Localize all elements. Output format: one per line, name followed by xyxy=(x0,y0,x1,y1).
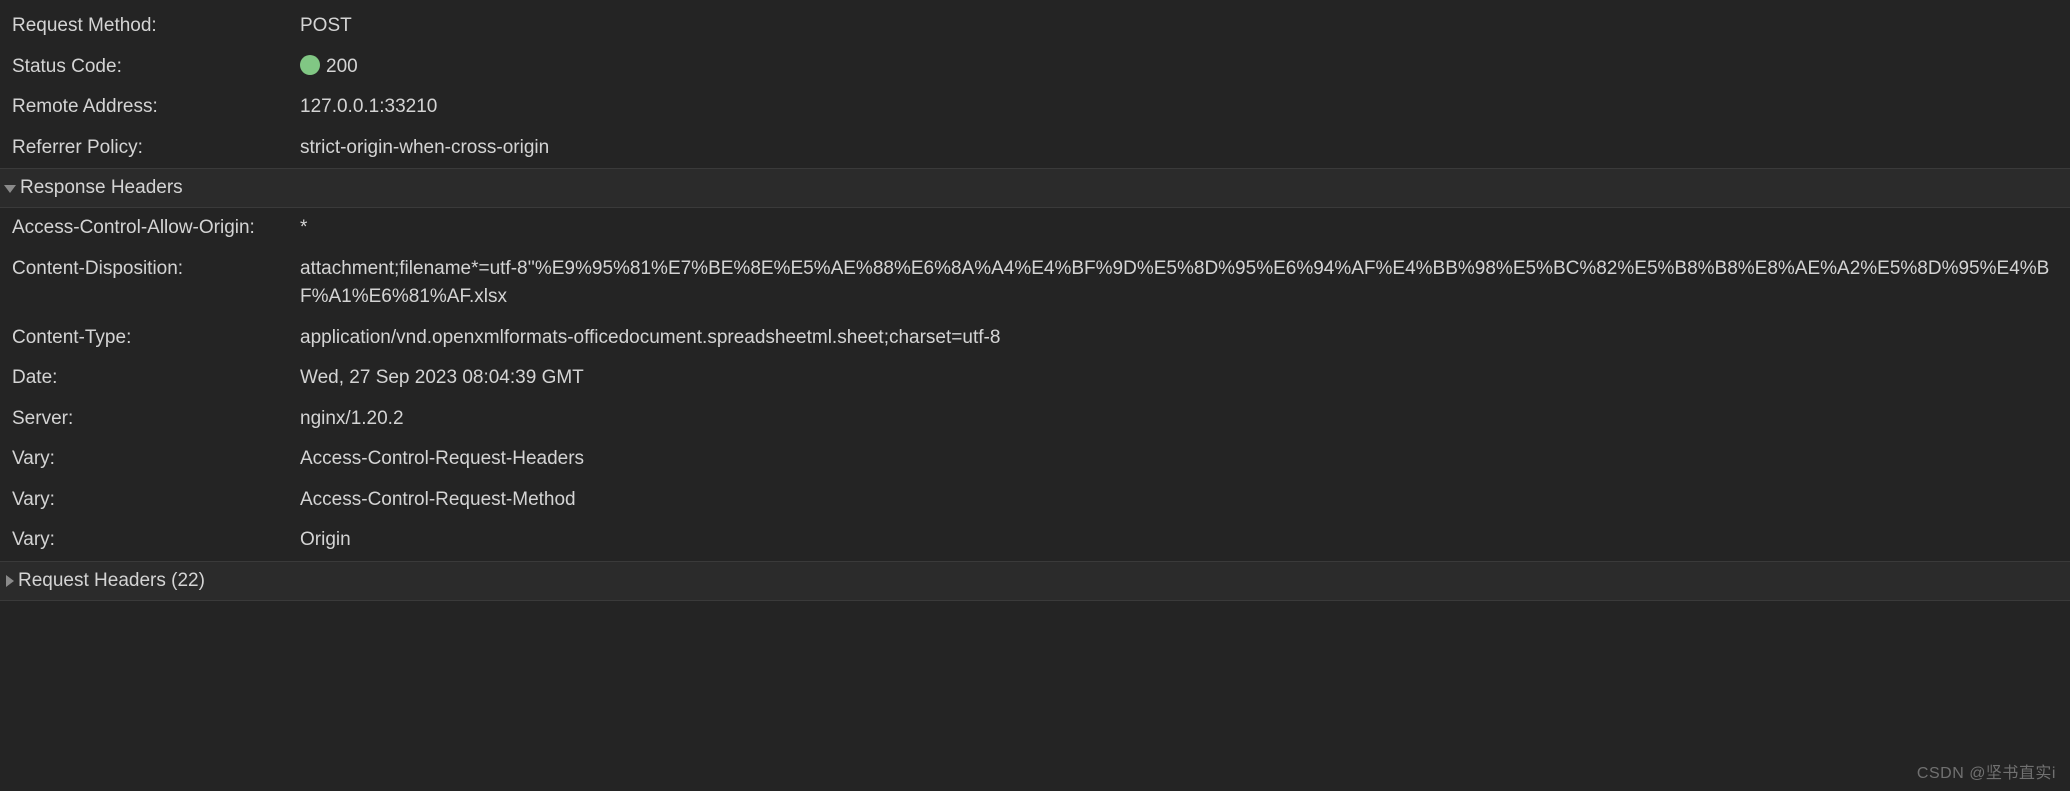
value-status-code: 200 xyxy=(300,53,2070,82)
response-header-label: Date: xyxy=(12,364,300,393)
label-referrer-policy: Referrer Policy: xyxy=(12,134,300,163)
response-header-value: * xyxy=(300,214,2070,243)
label-request-method: Request Method: xyxy=(12,12,300,41)
response-header-value: Access-Control-Request-Method xyxy=(300,486,2070,515)
response-header-row: Vary: Access-Control-Request-Headers xyxy=(0,439,2070,480)
request-headers-title: Request Headers (22) xyxy=(18,570,205,592)
general-row-remote-address: Remote Address: 127.0.0.1:33210 xyxy=(0,87,2070,128)
value-referrer-policy: strict-origin-when-cross-origin xyxy=(300,134,2070,163)
label-status-code: Status Code: xyxy=(12,53,300,82)
response-header-row: Content-Disposition: attachment;filename… xyxy=(0,249,2070,318)
response-headers-toggle[interactable]: Response Headers xyxy=(0,168,2070,208)
response-headers-title: Response Headers xyxy=(20,177,183,199)
status-code-text: 200 xyxy=(326,56,358,77)
label-remote-address: Remote Address: xyxy=(12,93,300,122)
response-header-row: Vary: Origin xyxy=(0,520,2070,561)
response-header-value: Origin xyxy=(300,526,2070,555)
status-dot-icon xyxy=(300,55,320,75)
response-header-label: Server: xyxy=(12,405,300,434)
general-row-request-method: Request Method: POST xyxy=(0,6,2070,47)
response-header-label: Vary: xyxy=(12,486,300,515)
watermark-text: CSDN @坚书直实i xyxy=(1917,759,2056,783)
response-header-label: Vary: xyxy=(12,445,300,474)
response-header-row: Date: Wed, 27 Sep 2023 08:04:39 GMT xyxy=(0,358,2070,399)
value-request-method: POST xyxy=(300,12,2070,41)
response-header-value: Wed, 27 Sep 2023 08:04:39 GMT xyxy=(300,364,2070,393)
response-header-row: Server: nginx/1.20.2 xyxy=(0,399,2070,440)
chevron-right-icon xyxy=(6,575,14,587)
response-header-value: attachment;filename*=utf-8''%E9%95%81%E7… xyxy=(300,255,2070,312)
response-header-row: Access-Control-Allow-Origin: * xyxy=(0,208,2070,249)
chevron-down-icon xyxy=(4,185,16,193)
response-header-value: nginx/1.20.2 xyxy=(300,405,2070,434)
response-header-label: Content-Disposition: xyxy=(12,255,300,312)
response-header-row: Content-Type: application/vnd.openxmlfor… xyxy=(0,318,2070,359)
general-row-status-code: Status Code: 200 xyxy=(0,47,2070,88)
response-headers-list: Access-Control-Allow-Origin: * Content-D… xyxy=(0,208,2070,561)
headers-panel: Request Method: POST Status Code: 200 Re… xyxy=(0,0,2070,601)
response-header-label: Access-Control-Allow-Origin: xyxy=(12,214,300,243)
value-remote-address: 127.0.0.1:33210 xyxy=(300,93,2070,122)
response-header-label: Content-Type: xyxy=(12,324,300,353)
response-header-label: Vary: xyxy=(12,526,300,555)
request-headers-toggle[interactable]: Request Headers (22) xyxy=(0,561,2070,601)
response-header-value: Access-Control-Request-Headers xyxy=(300,445,2070,474)
general-row-referrer-policy: Referrer Policy: strict-origin-when-cros… xyxy=(0,128,2070,169)
response-header-value: application/vnd.openxmlformats-officedoc… xyxy=(300,324,2070,353)
response-header-row: Vary: Access-Control-Request-Method xyxy=(0,480,2070,521)
